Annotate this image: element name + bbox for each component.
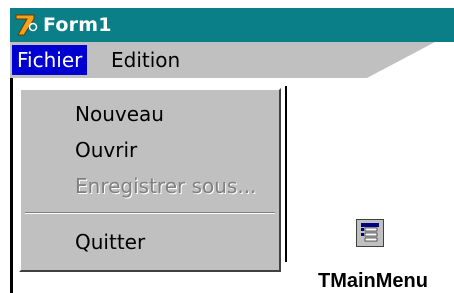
menu-item-nouveau[interactable]: Nouveau: [75, 102, 164, 126]
menu-item-ouvrir[interactable]: Ouvrir: [75, 138, 137, 162]
menu-edition[interactable]: Edition: [106, 45, 185, 75]
menu-bar: Fichier Edition: [10, 42, 435, 78]
component-label: TMainMenu: [318, 270, 428, 292]
form-window: Form1 Fichier Edition Nouveau Ouvrir Enr…: [10, 8, 454, 293]
fichier-dropdown-menu: Nouveau Ouvrir Enregistrer sous... Quitt…: [19, 88, 281, 272]
main-menu-component-icon[interactable]: [355, 218, 385, 248]
window-left-border: [10, 78, 13, 293]
title-bar[interactable]: Form1: [10, 8, 454, 42]
window-title: Form1: [43, 14, 112, 36]
menu-separator: [25, 212, 275, 214]
delphi-logo-icon: [15, 14, 38, 36]
menu-item-quitter[interactable]: Quitter: [75, 230, 145, 254]
menu-fichier[interactable]: Fichier: [12, 45, 88, 75]
screenshot-stage: Form1 Fichier Edition Nouveau Ouvrir Enr…: [0, 0, 454, 293]
window-body-edge: [285, 86, 287, 262]
menu-item-enregistrer-sous: Enregistrer sous...: [75, 174, 257, 198]
